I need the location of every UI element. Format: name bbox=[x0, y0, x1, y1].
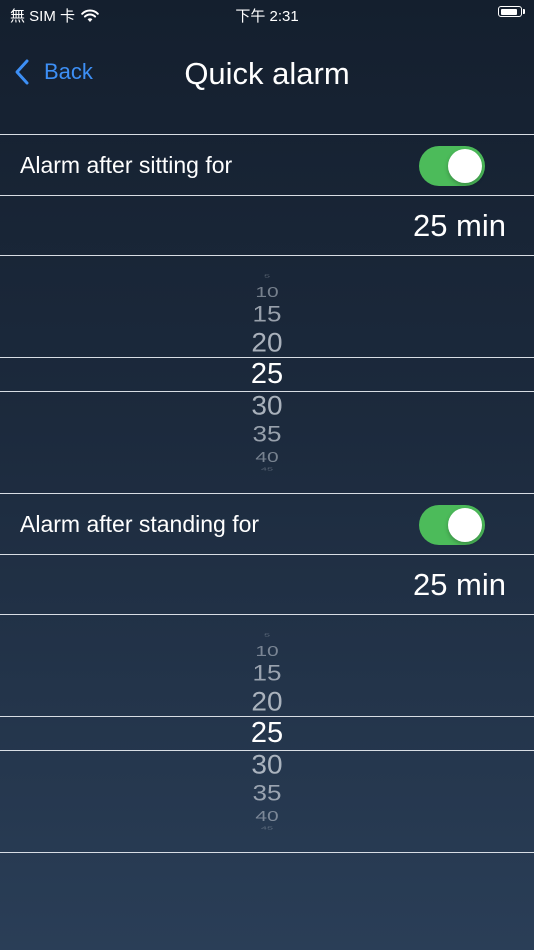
picker-item[interactable]: 10 bbox=[0, 644, 534, 659]
picker-item[interactable]: 15 bbox=[0, 303, 534, 325]
status-time: 下午 2:31 bbox=[235, 8, 299, 25]
picker-item-selected[interactable]: 25 bbox=[0, 719, 534, 748]
sitting-duration-picker[interactable]: 5 10 15 20 25 30 35 40 45 bbox=[0, 256, 534, 492]
picker-item[interactable]: 15 bbox=[0, 662, 534, 684]
standing-alarm-label: Alarm after standing for bbox=[20, 511, 260, 537]
picker-item[interactable]: 40 bbox=[0, 450, 534, 465]
standing-duration-picker[interactable]: 5 10 15 20 25 30 35 40 45 bbox=[0, 615, 534, 851]
picker-item-selected[interactable]: 25 bbox=[0, 360, 534, 389]
sitting-alarm-toggle[interactable] bbox=[419, 146, 485, 186]
standing-duration-value: 25 min bbox=[412, 567, 506, 602]
battery-indicator bbox=[498, 6, 525, 17]
page-title: Quick alarm bbox=[184, 56, 350, 91]
divider bbox=[0, 195, 534, 196]
nav-bar: Back Quick alarm bbox=[0, 40, 534, 112]
picker-item[interactable]: 35 bbox=[0, 782, 534, 804]
picker-item[interactable]: 30 bbox=[0, 751, 534, 779]
status-bar: 無 SIM 卡 下午 2:31 bbox=[0, 0, 534, 28]
picker-item[interactable]: 40 bbox=[0, 809, 534, 824]
picker-item[interactable]: 5 bbox=[0, 274, 534, 279]
picker-item[interactable]: 45 bbox=[0, 826, 534, 831]
picker-item[interactable]: 45 bbox=[0, 467, 534, 472]
standing-alarm-toggle[interactable] bbox=[419, 505, 485, 545]
sitting-duration-value: 25 min bbox=[412, 208, 506, 243]
toggle-knob bbox=[448, 149, 482, 183]
battery-icon bbox=[498, 6, 525, 17]
divider bbox=[0, 493, 534, 494]
picker-item[interactable]: 20 bbox=[0, 329, 534, 357]
picker-item[interactable]: 20 bbox=[0, 688, 534, 716]
divider bbox=[0, 852, 534, 853]
picker-item[interactable]: 5 bbox=[0, 633, 534, 638]
picker-item[interactable]: 30 bbox=[0, 392, 534, 420]
divider bbox=[0, 554, 534, 555]
sitting-alarm-label: Alarm after sitting for bbox=[20, 152, 233, 178]
battery-fill bbox=[500, 8, 517, 15]
divider bbox=[0, 134, 534, 135]
picker-item[interactable]: 10 bbox=[0, 285, 534, 300]
toggle-knob bbox=[448, 508, 482, 542]
picker-item[interactable]: 35 bbox=[0, 423, 534, 445]
